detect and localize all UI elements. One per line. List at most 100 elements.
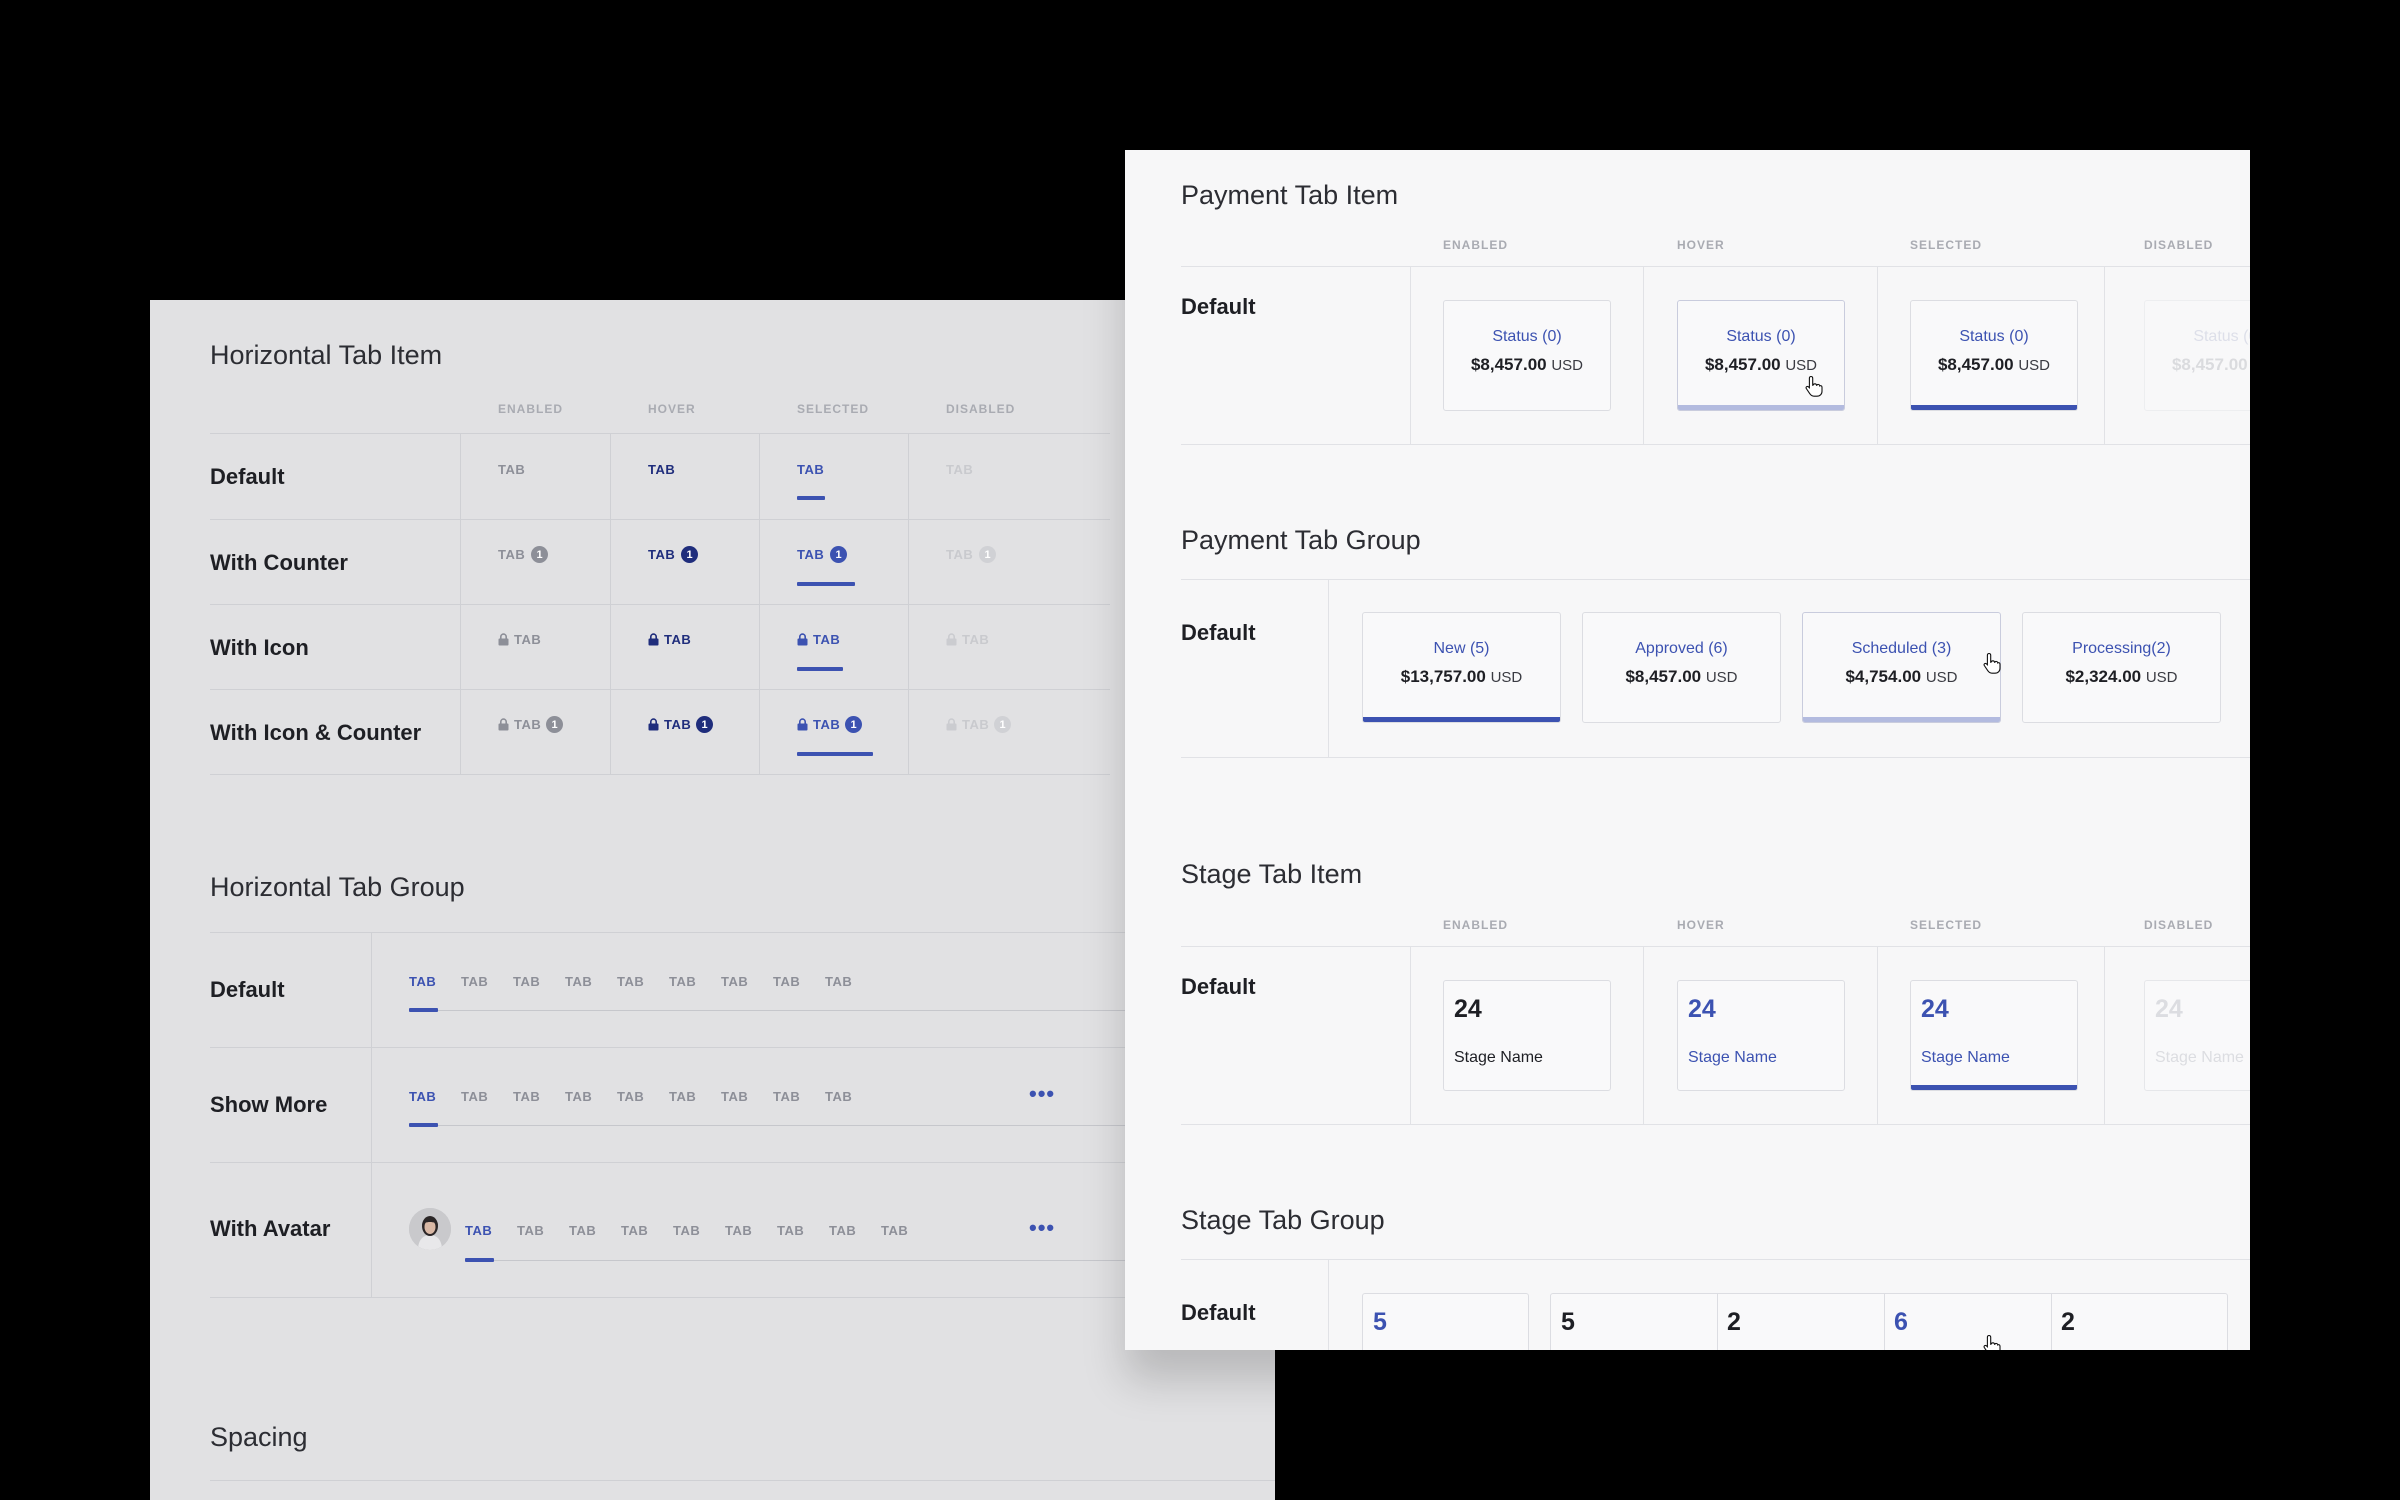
stage-tab-selected[interactable]: 24 Stage Name (1910, 980, 2078, 1091)
tab-label: TAB (946, 547, 974, 562)
lock-icon (498, 718, 509, 731)
group-tab[interactable]: TAB (565, 1089, 592, 1104)
payment-group-tab-approved[interactable]: Approved (6) $8,457.00 USD (1582, 612, 1781, 723)
tab-enabled[interactable]: TAB (498, 462, 525, 477)
selected-underline (797, 752, 873, 756)
horizontal-tab-group-title: Horizontal Tab Group (210, 872, 465, 902)
group-tab[interactable]: TAB (773, 1089, 800, 1104)
group-tab-selected[interactable]: TAB (409, 974, 436, 989)
divider (1181, 1259, 2250, 1260)
stage-count: 24 (1921, 995, 1949, 1023)
group-tab[interactable]: TAB (825, 1089, 852, 1104)
stage-tab-hover[interactable]: 24 Stage Name (1677, 980, 1845, 1091)
tab-selected[interactable]: TAB (797, 462, 824, 477)
tab-icon-selected[interactable]: TAB (797, 632, 840, 647)
payment-group-tab-new[interactable]: New (5) $13,757.00 USD (1362, 612, 1561, 723)
tab-counter-selected[interactable]: TAB 1 (797, 546, 848, 563)
more-options-icon[interactable]: ••• (1029, 1215, 1055, 1241)
group-tab[interactable]: TAB (777, 1223, 804, 1238)
hand-cursor-icon (1983, 652, 2001, 674)
group-tab[interactable]: TAB (513, 974, 540, 989)
tab-icon-counter-disabled: TAB 1 (946, 716, 1012, 733)
row-label-with-counter: With Counter (210, 550, 348, 575)
divider (210, 932, 1275, 933)
selected-underline (797, 667, 843, 671)
group-tab[interactable]: TAB (461, 1089, 488, 1104)
lock-icon (797, 633, 808, 646)
tab-hover[interactable]: TAB (648, 462, 675, 477)
tab-icon-enabled[interactable]: TAB (498, 632, 541, 647)
selected-underline (409, 1123, 438, 1127)
stage-count: 5 (1373, 1308, 1387, 1336)
payment-tab-selected[interactable]: Status (0) $8,457.00 USD (1910, 300, 2078, 411)
group-tab[interactable]: TAB (617, 974, 644, 989)
selected-underline (797, 496, 825, 500)
stage-name: Stage Name (1921, 1049, 2010, 1066)
tab-counter-disabled: TAB 1 (946, 546, 997, 563)
col-enabled: ENABLED (498, 402, 564, 416)
divider (2104, 266, 2105, 444)
stage-count[interactable]: 2 (2061, 1308, 2075, 1337)
stage-count[interactable]: 2 (1727, 1308, 1741, 1337)
lock-icon (498, 633, 509, 646)
row-label-show-more: Show More (210, 1092, 328, 1117)
group-tab[interactable]: TAB (669, 974, 696, 989)
group-tab[interactable]: TAB (517, 1223, 544, 1238)
stage-tab-enabled[interactable]: 24 Stage Name (1443, 980, 1611, 1091)
group-tab[interactable]: TAB (461, 974, 488, 989)
divider (1181, 444, 2250, 445)
divider (2051, 1294, 2052, 1350)
tab-label: TAB (514, 717, 542, 732)
more-options-icon[interactable]: ••• (1029, 1081, 1055, 1107)
payment-tab-group-title: Payment Tab Group (1181, 525, 1421, 555)
stage-group-tab[interactable]: 5 (1362, 1293, 1529, 1350)
group-tab[interactable]: TAB (565, 974, 592, 989)
group-tab[interactable]: TAB (825, 974, 852, 989)
payment-tab-enabled[interactable]: Status (0) $8,457.00 USD (1443, 300, 1611, 411)
payment-tab-amount: $13,757.00 USD (1400, 667, 1523, 686)
stage-group-tabs: 5 2 6 2 (1550, 1293, 2228, 1350)
col-hover: HOVER (1677, 918, 1725, 932)
payment-tab-amount: $8,457.00 USD (1937, 355, 2051, 374)
group-tab[interactable]: TAB (773, 974, 800, 989)
group-tab[interactable]: TAB (721, 1089, 748, 1104)
group-tab[interactable]: TAB (621, 1223, 648, 1238)
avatar[interactable] (409, 1208, 451, 1250)
tab-counter-enabled[interactable]: TAB 1 (498, 546, 549, 563)
group-tab-selected[interactable]: TAB (465, 1223, 492, 1238)
tab-icon-hover[interactable]: TAB (648, 632, 691, 647)
tab-label: TAB (514, 632, 542, 647)
group-tab[interactable]: TAB (829, 1223, 856, 1238)
payment-tab-title: Status (0) (1959, 328, 2029, 345)
group-tab[interactable]: TAB (617, 1089, 644, 1104)
group-tab[interactable]: TAB (673, 1223, 700, 1238)
hand-cursor-icon (1805, 375, 1823, 397)
stage-count[interactable]: 5 (1561, 1308, 1575, 1337)
stage-count[interactable]: 6 (1894, 1308, 1908, 1337)
right-panel: Payment Tab Item ENABLED HOVER SELECTED … (1125, 150, 2250, 1350)
divider (1884, 1294, 1885, 1350)
selected-underline (797, 582, 855, 586)
group-tab[interactable]: TAB (725, 1223, 752, 1238)
payment-group-tab-processing[interactable]: Processing(2) $2,324.00 USD (2022, 612, 2221, 723)
group-tab[interactable]: TAB (721, 974, 748, 989)
payment-tab-title: New (5) (1433, 640, 1490, 657)
tab-icon-counter-hover[interactable]: TAB 1 (648, 716, 714, 733)
group-tab[interactable]: TAB (513, 1089, 540, 1104)
lock-icon (648, 718, 659, 731)
tab-label: TAB (664, 717, 692, 732)
group-tab[interactable]: TAB (669, 1089, 696, 1104)
divider (1181, 946, 2250, 947)
payment-tab-title: Status (0) (1492, 328, 1562, 345)
group-tab[interactable]: TAB (881, 1223, 908, 1238)
payment-group-tab-scheduled[interactable]: Scheduled (3) $4,754.00 USD (1802, 612, 2001, 723)
tab-group-baseline (409, 1010, 1201, 1011)
group-tab[interactable]: TAB (569, 1223, 596, 1238)
counter-badge: 1 (531, 546, 549, 563)
tab-counter-hover[interactable]: TAB 1 (648, 546, 699, 563)
tab-icon-counter-selected[interactable]: TAB 1 (797, 716, 863, 733)
row-label-default: Default (1181, 1300, 1256, 1325)
tab-icon-counter-enabled[interactable]: TAB 1 (498, 716, 564, 733)
tab-label: TAB (797, 462, 825, 477)
group-tab-selected[interactable]: TAB (409, 1089, 436, 1104)
